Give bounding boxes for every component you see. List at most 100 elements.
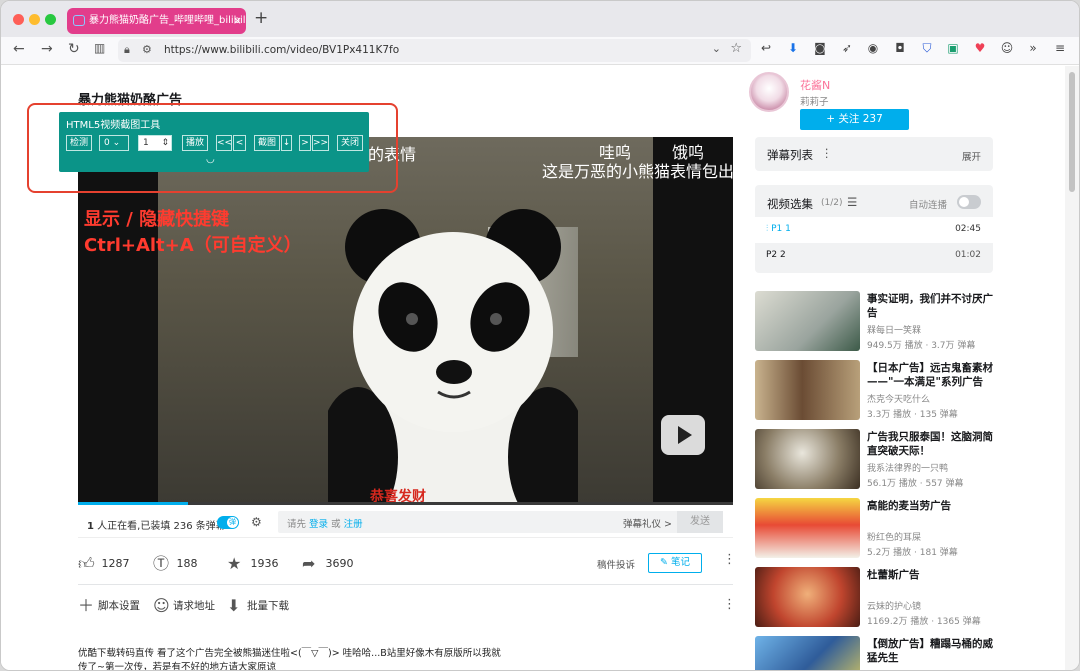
minimize-window-button[interactable] [29, 14, 40, 25]
recommend-item[interactable]: 广告我只服泰国！这脑洞简直突破天际！ 我系法律界的一只鸭 56.1万 播放 · … [755, 429, 995, 491]
circle-extension-icon[interactable]: ◉ [866, 41, 880, 55]
watching-text: 人正在看,已装填 236 条弹幕 [93, 521, 226, 532]
register-link[interactable]: 注册 [344, 519, 363, 530]
highlight-box [27, 103, 398, 193]
like-button[interactable]: 👍︎ 1287 [78, 552, 130, 576]
coin-icon: Ⓣ [153, 554, 170, 573]
episode-item[interactable]: ⫶ P1 1 02:45 [755, 217, 993, 243]
recommend-thumbnail [755, 498, 860, 558]
avatar[interactable] [749, 72, 789, 112]
more-icon[interactable]: ⋮ [723, 597, 736, 612]
share-button[interactable]: ➦ 3690 [302, 552, 354, 576]
rocket-icon[interactable]: ➶ [840, 41, 854, 55]
recommend-item[interactable]: 事实证明，我们并不讨厌广告 槑每日一笑槑 949.5万 播放 · 3.7万 弹幕 [755, 291, 995, 353]
forward-icon[interactable]: → [41, 41, 53, 57]
screenshot-icon[interactable]: ◙ [813, 41, 827, 55]
like-count: 1287 [101, 557, 130, 570]
pocket-icon[interactable]: ♥ [973, 41, 987, 55]
subtitle-line: 这是万恶的小熊猫表情包出 [542, 162, 733, 181]
tab-close-icon[interactable]: × [233, 8, 242, 34]
overflow-chevron-icon[interactable]: » [1026, 41, 1040, 55]
note-label: 笔记 [670, 557, 690, 568]
danmaku-input[interactable]: 请先 登录 或 注册 弹幕礼仪 > 发送 [278, 511, 723, 533]
face-icon[interactable]: ☺ [1000, 41, 1014, 55]
report-link[interactable]: 稿件投诉 [597, 557, 635, 571]
login-prompt: 请先 [287, 519, 307, 530]
reload-icon[interactable]: ↻ [68, 41, 80, 57]
progress-fill [78, 502, 188, 505]
batch-download-label: 批量下载 [247, 600, 289, 612]
danmaku-settings-icon[interactable]: ⚙︎ [251, 515, 262, 529]
recommend-uploader: 我系法律界的一只鸭 [867, 464, 949, 474]
download-icon[interactable]: ⬇ [786, 41, 800, 55]
recommend-item[interactable]: 【倒放广告】糟蹋马桶的威猛先生 [755, 636, 995, 670]
zoom-window-button[interactable] [45, 14, 56, 25]
episode-label: ⫶ P1 1 [766, 224, 791, 234]
danmaku-list-title: 弹幕列表 [767, 148, 813, 162]
address-bar[interactable]: 🔒︎ ⚙︎ https://www.bilibili.com/video/BV1… [118, 39, 751, 62]
recommend-stats: 949.5万 播放 · 3.7万 弹幕 [867, 341, 976, 351]
divider [78, 584, 733, 585]
coin-count: 188 [176, 557, 198, 570]
extension-actions: ＋脚本设置 ☺ 请求地址 ⬇ 批量下载 ⋮ [78, 594, 736, 618]
sidebar-icon[interactable]: ▥ [94, 41, 105, 55]
recommend-thumbnail [755, 567, 860, 627]
recommend-stats: 1169.2万 播放 · 1365 弹幕 [867, 617, 981, 627]
watching-count: 1 人正在看,已装填 236 条弹幕 [87, 517, 226, 532]
toggle-knob [959, 197, 969, 207]
save-icon[interactable]: ▣ [946, 41, 960, 55]
browser-tab[interactable]: 暴力熊猫奶酪广告_哔哩哔哩_bilibili × [67, 8, 246, 34]
episode-label-text: P1 1 [771, 224, 791, 234]
recommend-title: 杜蕾斯广告 [867, 569, 920, 581]
scrollbar[interactable] [1065, 66, 1079, 670]
danmaku-etiquette-link[interactable]: 弹幕礼仪 > [623, 516, 672, 530]
danmaku-list-panel[interactable]: 弹幕列表 ⋮ 展开 [755, 137, 993, 171]
scrollbar-thumb[interactable] [1069, 72, 1075, 192]
list-icon[interactable]: ☰ [847, 195, 857, 209]
danmaku-list-more-icon[interactable]: ⋮ [821, 146, 833, 160]
recommend-thumbnail [755, 360, 860, 420]
follow-button[interactable]: + 关注 237 [800, 109, 909, 130]
recommend-item[interactable]: 高能的麦当劳广告 粉红色的耳屎 5.2万 播放 · 181 弹幕 [755, 498, 995, 560]
uploader-sign: 莉莉子 [800, 97, 829, 108]
bitwarden-icon[interactable]: ⛉ [920, 41, 934, 55]
login-link[interactable]: 登录 [309, 519, 328, 530]
progress-bar[interactable] [78, 502, 733, 505]
back-icon[interactable]: ← [13, 41, 25, 57]
episode-duration: 01:02 [955, 250, 981, 260]
favorite-button[interactable]: ★ 1936 [227, 552, 279, 576]
danmaku-toggle[interactable] [217, 516, 239, 529]
menu-icon[interactable]: ≡ [1053, 41, 1067, 55]
request-url-button[interactable]: ☺ 请求地址 [153, 594, 215, 618]
or-text: 或 [331, 519, 341, 530]
close-window-button[interactable] [13, 14, 24, 25]
script-settings-button[interactable]: ＋脚本设置 [78, 594, 140, 618]
recommend-title: 广告我只服泰国！这脑洞简直突破天际！ [867, 431, 993, 457]
chevron-down-icon[interactable]: ⌄ [712, 42, 721, 55]
recommend-item[interactable]: 杜蕾斯广告 云妹的护心镜 1169.2万 播放 · 1365 弹幕 [755, 567, 995, 629]
send-button[interactable]: 发送 [677, 511, 723, 533]
hint-line-1: 显示 / 隐藏快捷键 [84, 209, 230, 230]
coin-button[interactable]: Ⓣ 188 [153, 552, 198, 576]
recommend-thumbnail [755, 429, 860, 489]
note-button[interactable]: ✎ 笔记 [648, 553, 702, 573]
url-text[interactable]: https://www.bilibili.com/video/BV1Px411K… [164, 44, 399, 56]
uploader-name[interactable]: 花酱N [800, 77, 830, 93]
recommend-item[interactable]: 【日本广告】远古鬼畜素材——"一本满足"系列广告 杰克今天吃什么 3.3万 播放… [755, 360, 995, 422]
episode-item[interactable]: P2 2 01:02 [755, 243, 993, 269]
incognito-icon[interactable]: ◘ [893, 41, 907, 55]
more-icon[interactable]: ⋮ [723, 552, 736, 567]
play-icon[interactable] [661, 415, 705, 455]
new-tab-button[interactable]: + [254, 8, 268, 28]
extension-arrow-icon[interactable]: ↩ [759, 41, 773, 55]
batch-download-button[interactable]: ⬇ 批量下载 [227, 594, 289, 618]
tab-title: 暴力熊猫奶酪广告_哔哩哔哩_bilibili [89, 15, 246, 26]
recommend-uploader: 杰克今天吃什么 [867, 395, 931, 405]
expand-button[interactable]: 展开 [962, 149, 981, 163]
permissions-icon[interactable]: ⚙︎ [142, 43, 152, 56]
recommend-thumbnail [755, 636, 860, 670]
recommend-stats: 3.3万 播放 · 135 弹幕 [867, 410, 958, 420]
request-url-label: 请求地址 [173, 600, 215, 612]
bookmark-star-icon[interactable]: ☆ [730, 41, 742, 56]
autoplay-toggle[interactable] [957, 195, 981, 209]
